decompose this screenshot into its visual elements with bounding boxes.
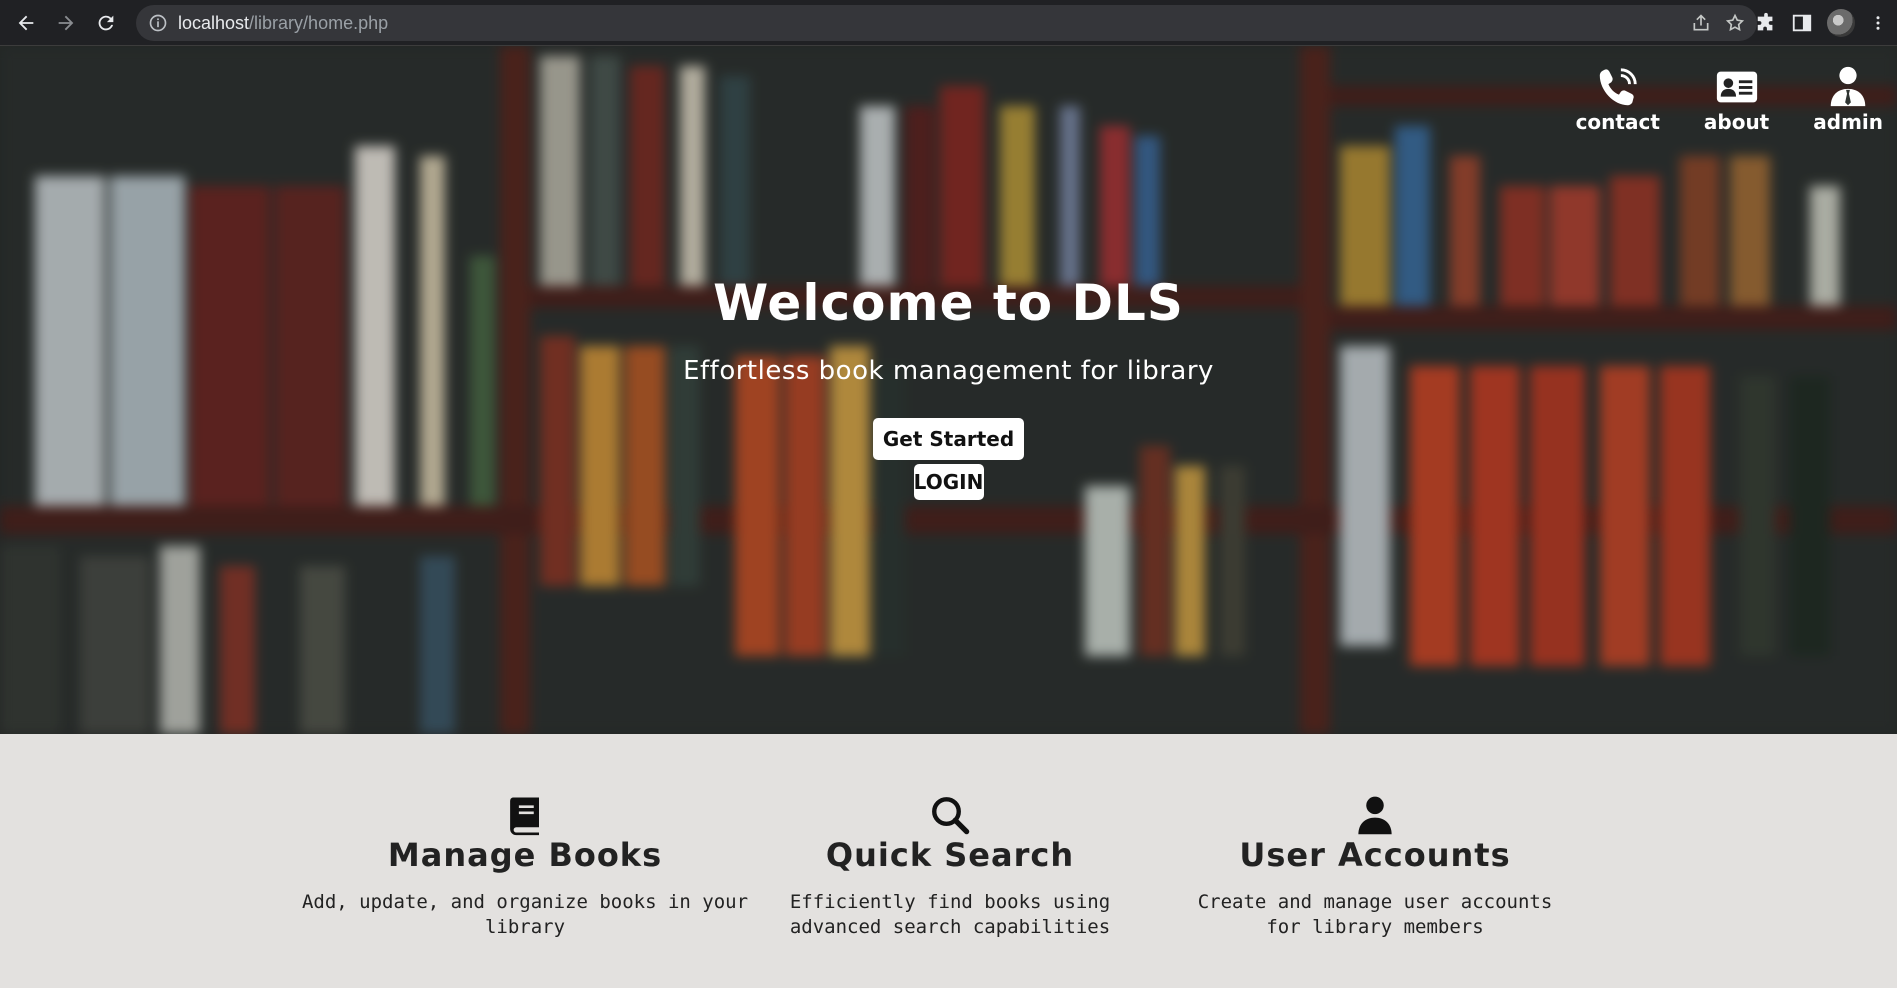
browser-toolbar: localhost/library/home.php	[0, 0, 1897, 46]
features-section: Manage Books Add, update, and organize b…	[0, 734, 1897, 988]
side-panel-icon[interactable]	[1791, 12, 1813, 34]
feature-user-accounts: User Accounts Create and manage user acc…	[1185, 794, 1565, 940]
feature-title: Quick Search	[825, 836, 1075, 874]
search-icon	[932, 797, 970, 835]
hero-subtitle: Effortless book management for library	[683, 356, 1214, 386]
menu-kebab-icon[interactable]	[1869, 12, 1887, 34]
feature-description: Add, update, and organize books in your …	[301, 891, 749, 938]
nav-contact-label: contact	[1575, 110, 1660, 134]
hero-content: Welcome to DLS Effortless book managemen…	[0, 274, 1897, 500]
url-text: localhost/library/home.php	[178, 13, 388, 34]
phone-icon	[1599, 68, 1637, 106]
url-host: localhost	[178, 12, 250, 33]
address-bar[interactable]: localhost/library/home.php	[136, 5, 1757, 41]
user-tie-icon	[1830, 66, 1866, 107]
arrow-right-icon	[58, 15, 74, 30]
feature-title: Manage Books	[387, 836, 663, 874]
hero-title: Welcome to DLS	[713, 274, 1184, 332]
info-icon[interactable]	[148, 13, 168, 33]
book-icon	[510, 797, 539, 836]
share-icon[interactable]	[1691, 13, 1711, 33]
reload-icon	[98, 15, 114, 30]
extensions-icon[interactable]	[1755, 12, 1777, 34]
nav-about-label: about	[1703, 110, 1770, 134]
star-icon[interactable]	[1725, 13, 1745, 33]
feature-description: Create and manage user accounts for libr…	[1197, 891, 1553, 938]
get-started-button[interactable]: Get Started	[872, 418, 1025, 460]
user-icon	[1358, 796, 1392, 835]
profile-avatar[interactable]	[1827, 9, 1855, 37]
nav-contact[interactable]: contact	[1576, 64, 1660, 134]
arrow-left-icon	[18, 15, 34, 30]
feature-description: Efficiently find books using advanced se…	[789, 891, 1111, 938]
feature-title: User Accounts	[1239, 836, 1511, 874]
login-button[interactable]: LOGIN	[913, 464, 984, 500]
back-button[interactable]	[6, 3, 46, 43]
hero-section: contact about admin Welcome to DLS Effor…	[0, 46, 1897, 734]
reload-button[interactable]	[86, 3, 126, 43]
feature-quick-search: Quick Search Efficiently find books usin…	[760, 794, 1140, 940]
feature-manage-books: Manage Books Add, update, and organize b…	[300, 794, 750, 940]
forward-button[interactable]	[46, 3, 86, 43]
url-path: /library/home.php	[249, 12, 389, 33]
id-card-icon	[1716, 71, 1757, 103]
nav-about[interactable]: about	[1704, 64, 1769, 134]
nav-admin[interactable]: admin	[1813, 64, 1883, 134]
top-nav: contact about admin	[1576, 64, 1883, 134]
nav-admin-label: admin	[1813, 110, 1883, 134]
